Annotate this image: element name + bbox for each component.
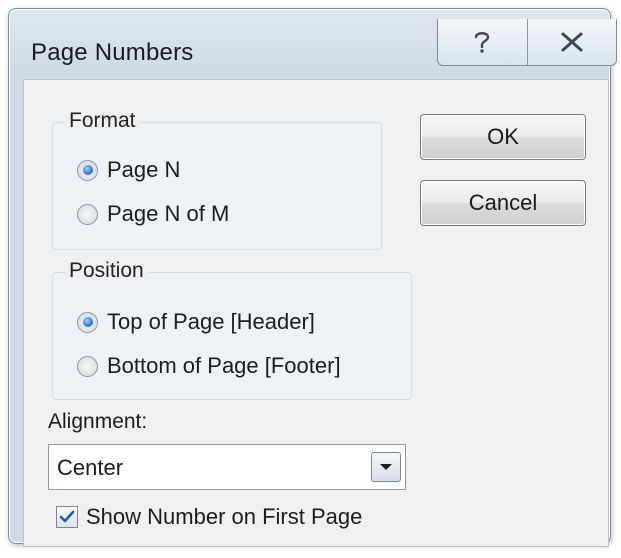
check-icon xyxy=(59,510,75,523)
help-icon xyxy=(475,32,490,53)
radio-label: Page N xyxy=(107,157,181,182)
position-group-label: Position xyxy=(65,259,148,283)
ok-button[interactable]: OK xyxy=(420,114,586,160)
show-number-first-page[interactable]: Show Number on First Page xyxy=(56,504,362,530)
checkbox-label: Show Number on First Page xyxy=(86,504,363,529)
radio-label: Bottom of Page [Footer] xyxy=(107,353,341,378)
alignment-label: Alignment: xyxy=(48,410,148,433)
format-group-label: Format xyxy=(65,109,140,133)
format-group: Format Page N Page N of M xyxy=(52,109,382,250)
page-numbers-dialog: Page Numbers Format Page N Page N of M P… xyxy=(8,8,617,547)
dropdown-button[interactable] xyxy=(371,452,401,482)
help-button[interactable] xyxy=(438,19,528,65)
position-group: Position Top of Page [Header] Bottom of … xyxy=(52,259,412,400)
radio-label: Top of Page [Header] xyxy=(107,309,315,334)
close-icon xyxy=(561,32,583,52)
dialog-body: Format Page N Page N of M Position Top o… xyxy=(23,79,609,547)
radio-page-n-of-m[interactable]: Page N of M xyxy=(77,201,229,227)
radio-button[interactable] xyxy=(77,203,98,225)
close-button[interactable] xyxy=(528,19,617,65)
dialog-title: Page Numbers xyxy=(31,39,194,66)
radio-button[interactable] xyxy=(77,355,98,377)
alignment-value: Center xyxy=(57,455,124,480)
radio-bottom-of-page[interactable]: Bottom of Page [Footer] xyxy=(77,353,341,379)
radio-top-of-page[interactable]: Top of Page [Header] xyxy=(77,309,315,335)
radio-button-selected[interactable] xyxy=(77,159,98,181)
chevron-down-icon xyxy=(380,464,392,470)
checkbox[interactable] xyxy=(56,506,78,528)
radio-label: Page N of M xyxy=(107,201,230,226)
radio-page-n[interactable]: Page N xyxy=(77,157,180,183)
cancel-button[interactable]: Cancel xyxy=(420,180,586,226)
caption-buttons xyxy=(437,19,617,66)
radio-button-selected[interactable] xyxy=(77,311,98,333)
alignment-select[interactable]: Center xyxy=(48,444,406,490)
